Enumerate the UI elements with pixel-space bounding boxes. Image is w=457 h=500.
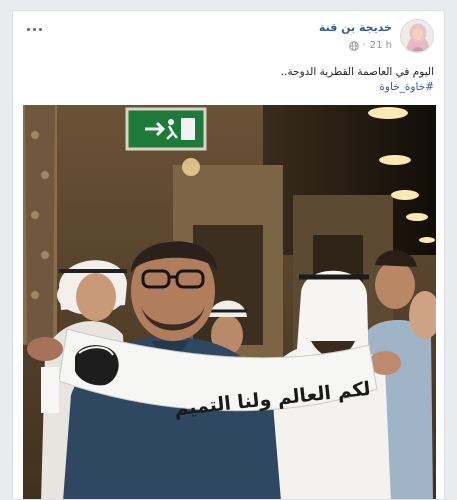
post-card: خديجة بن قنة · 21 h اليوم في العاصمة الق…: [12, 10, 445, 500]
post-header: خديجة بن قنة · 21 h: [319, 19, 434, 53]
post-text: اليوم في العاصمة القطرية الدوحة.. #خاوة_…: [34, 65, 434, 95]
exit-sign-icon: [125, 107, 207, 151]
post-photo[interactable]: لكم العالم ولنا التميم: [23, 105, 436, 499]
avatar[interactable]: [400, 19, 434, 53]
post-time-sep: ·: [362, 40, 366, 51]
post-text-line: اليوم في العاصمة القطرية الدوحة..: [280, 66, 434, 78]
globe-icon: [348, 40, 359, 51]
post-meta: · 21 h: [319, 40, 392, 51]
author-meta: خديجة بن قنة · 21 h: [319, 19, 392, 51]
author-name[interactable]: خديجة بن قنة: [319, 21, 392, 34]
post-timestamp[interactable]: 21 h: [370, 40, 392, 51]
more-options-icon[interactable]: [23, 23, 45, 35]
hashtag-link[interactable]: #خاوة_خاوة: [34, 80, 434, 95]
